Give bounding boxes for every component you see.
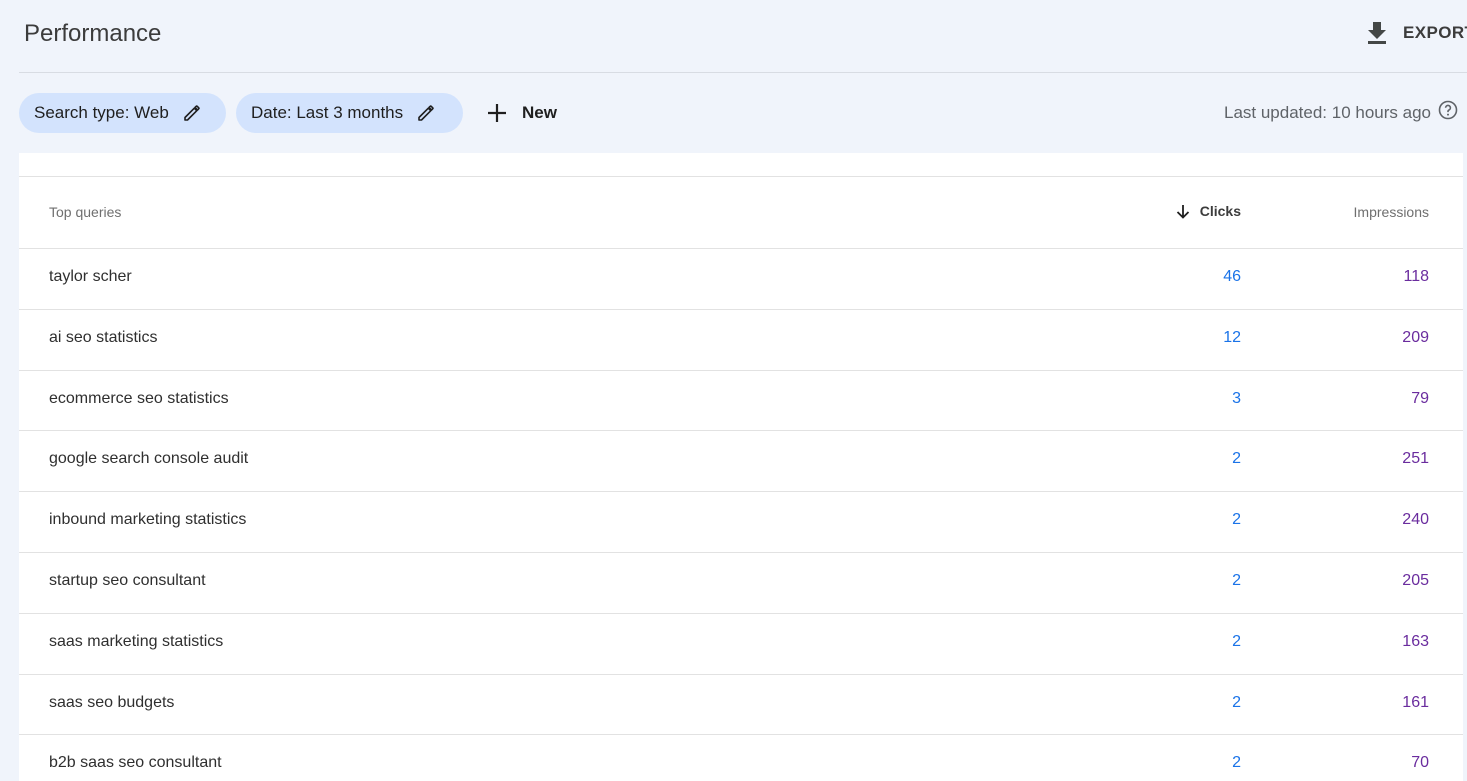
date-filter-chip[interactable]: Date: Last 3 months [236, 93, 463, 133]
search-type-chip-label: Search type: Web [34, 103, 169, 122]
clicks-cell: 2 [1232, 571, 1241, 589]
new-filter-button[interactable]: New [486, 98, 557, 128]
clicks-cell: 3 [1232, 389, 1241, 407]
impressions-cell: 79 [1411, 389, 1429, 407]
impressions-cell: 70 [1411, 754, 1429, 772]
queries-table-card: Top queries Clicks Impressions taylor sc… [19, 153, 1463, 781]
query-cell: startup seo consultant [49, 571, 206, 589]
impressions-cell: 161 [1402, 693, 1429, 711]
page-title: Performance [24, 20, 162, 47]
impressions-cell: 209 [1402, 328, 1429, 346]
clicks-cell: 2 [1232, 450, 1241, 468]
table-row[interactable]: saas marketing statistics 2 163 [19, 614, 1463, 675]
query-cell: saas marketing statistics [49, 632, 224, 650]
query-cell: inbound marketing statistics [49, 511, 247, 529]
table-row[interactable]: inbound marketing statistics 2 240 [19, 492, 1463, 553]
query-cell: b2b saas seo consultant [49, 754, 222, 772]
clicks-cell: 2 [1232, 632, 1241, 650]
performance-page: Performance EXPORT Search type: Web Date… [0, 0, 1467, 781]
query-cell: taylor scher [49, 268, 132, 285]
table-row[interactable]: google search console audit 2 251 [19, 431, 1463, 493]
impressions-cell: 240 [1402, 511, 1429, 529]
clicks-cell: 2 [1232, 693, 1241, 711]
query-cell: ai seo statistics [49, 328, 158, 346]
clicks-cell: 12 [1223, 328, 1241, 346]
query-cell: google search console audit [49, 450, 249, 468]
edit-pencil-icon[interactable] [169, 104, 201, 122]
last-updated-text: Last updated: 10 hours ago [1224, 102, 1431, 122]
edit-pencil-icon[interactable] [403, 104, 435, 122]
clicks-cell: 2 [1232, 754, 1241, 772]
new-filter-label: New [522, 103, 557, 122]
clicks-header-label: Clicks [1199, 203, 1241, 219]
table-row[interactable]: taylor scher 46 118 [19, 249, 1463, 310]
clicks-cell: 2 [1232, 511, 1241, 529]
impressions-cell: 205 [1402, 571, 1429, 589]
table-row[interactable]: ai seo statistics 12 209 [19, 310, 1463, 371]
query-cell: saas seo budgets [49, 693, 175, 711]
help-circle-icon[interactable] [1438, 100, 1458, 125]
table-body: taylor scher 46 118 ai seo statistics 12… [19, 249, 1463, 781]
impressions-cell: 251 [1402, 450, 1429, 468]
column-header-clicks[interactable]: Clicks [1176, 203, 1241, 219]
clicks-cell: 46 [1223, 268, 1241, 285]
impressions-cell: 163 [1402, 632, 1429, 650]
download-icon [1366, 21, 1388, 45]
column-header-top-queries[interactable]: Top queries [49, 204, 121, 220]
impressions-cell: 118 [1403, 268, 1429, 285]
date-chip-label: Date: Last 3 months [251, 103, 404, 122]
export-label: EXPORT [1403, 23, 1467, 42]
search-type-filter-chip[interactable]: Search type: Web [19, 93, 226, 133]
column-header-impressions[interactable]: Impressions [1354, 204, 1429, 220]
arrow-down-icon [1176, 204, 1200, 219]
plus-icon [486, 102, 508, 124]
table-row[interactable]: b2b saas seo consultant 2 70 [19, 735, 1463, 781]
table-row[interactable]: startup seo consultant 2 205 [19, 553, 1463, 614]
last-updated-status: Last updated: 10 hours ago [1224, 100, 1458, 125]
header-divider [19, 72, 1467, 73]
table-row[interactable]: saas seo budgets 2 161 [19, 675, 1463, 736]
table-header: Top queries Clicks Impressions [19, 177, 1463, 249]
export-button[interactable]: EXPORT [1366, 18, 1467, 48]
table-row[interactable]: ecommerce seo statistics 3 79 [19, 371, 1463, 432]
page-header: Performance EXPORT [0, 0, 1467, 72]
query-cell: ecommerce seo statistics [49, 389, 229, 407]
